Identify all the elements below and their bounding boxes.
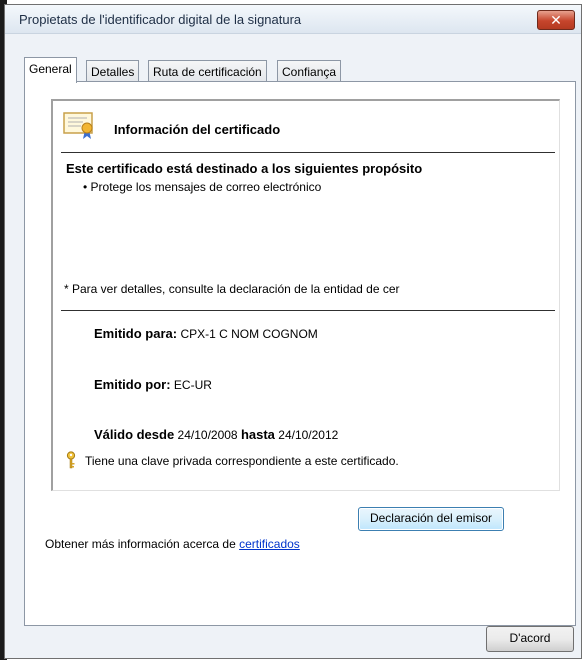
certificate-info-title: Información del certificado xyxy=(114,122,281,137)
divider xyxy=(61,152,555,153)
tab-ruta-certificacion[interactable]: Ruta de certificación xyxy=(148,60,267,82)
more-info-text: Obtener más información acerca de certif… xyxy=(45,537,300,551)
valid-to-value: 24/10/2012 xyxy=(278,428,339,442)
certificate-icon xyxy=(63,112,93,139)
divider xyxy=(61,310,555,311)
tab-confianca[interactable]: Confiança xyxy=(277,60,342,82)
window-title: Propietats de l'identificador digital de… xyxy=(19,12,302,27)
ok-button[interactable]: D'acord xyxy=(486,626,574,652)
issued-to-row: Emitido para: CPX-1 C NOM COGNOM xyxy=(94,326,318,341)
validity-row: Válido desde 24/10/2008 hasta 24/10/2012 xyxy=(94,427,338,442)
valid-from-value: 24/10/2008 xyxy=(177,428,238,442)
issued-by-row: Emitido por: EC-UR xyxy=(94,377,212,392)
purpose-item: • Protege los mensajes de correo electró… xyxy=(83,180,322,194)
issuer-statement-button[interactable]: Declaración del emisor xyxy=(358,507,504,531)
issued-by-value: EC-UR xyxy=(173,378,212,392)
key-icon xyxy=(66,451,76,469)
issued-to-value: CPX-1 C NOM COGNOM xyxy=(180,327,318,341)
issued-to-label: Emitido para xyxy=(94,326,173,341)
certificates-link[interactable]: certificados xyxy=(239,537,300,551)
issuer-statement-note: * Para ver detalles, consulte la declara… xyxy=(64,282,400,296)
certificate-info-box: Información del certificado Este certifi… xyxy=(51,99,560,491)
valid-to-label: hasta xyxy=(240,427,275,442)
tab-detalles[interactable]: Detalles xyxy=(86,60,140,82)
certificate-properties-dialog: Propietats de l'identificador digital de… xyxy=(4,4,582,659)
close-icon: ✕ xyxy=(550,12,562,28)
general-tab-panel: Información del certificado Este certifi… xyxy=(24,81,576,626)
title-bar[interactable]: Propietats de l'identificador digital de… xyxy=(5,5,581,34)
valid-from-label: Válido desde xyxy=(94,427,175,442)
more-info-label: Obtener más información acerca de xyxy=(45,537,240,551)
issued-by-label: Emitido por xyxy=(94,377,167,392)
tab-general[interactable]: General xyxy=(24,57,77,83)
purpose-heading: Este certificado está destinado a los si… xyxy=(66,161,423,176)
private-key-note: Tiene una clave privada correspondiente … xyxy=(85,454,399,468)
close-button[interactable]: ✕ xyxy=(537,10,575,30)
